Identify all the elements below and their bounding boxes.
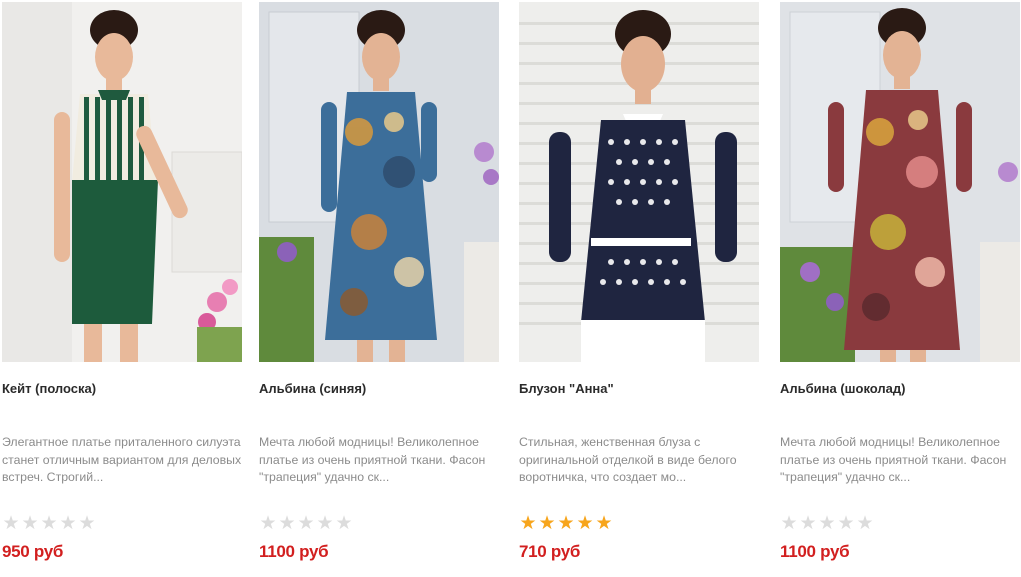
product-price: 1100 руб xyxy=(259,542,329,561)
star-icon[interactable]: ★ xyxy=(557,514,575,534)
product-description: Мечта любой модницы! Великолепное платье… xyxy=(259,435,486,484)
star-icon[interactable]: ★ xyxy=(40,514,58,534)
product-photo-chocolate-dress xyxy=(780,2,1020,362)
star-icon[interactable]: ★ xyxy=(799,514,817,534)
product-price: 1100 руб xyxy=(780,542,850,561)
star-icon[interactable]: ★ xyxy=(2,514,20,534)
product-description: Элегантное платье приталенного силуэта с… xyxy=(2,435,242,484)
star-icon[interactable]: ★ xyxy=(316,514,334,534)
product-image[interactable] xyxy=(259,2,499,362)
product-image[interactable] xyxy=(519,2,759,362)
star-icon[interactable]: ★ xyxy=(78,514,96,534)
star-icon[interactable]: ★ xyxy=(59,514,77,534)
star-icon[interactable]: ★ xyxy=(818,514,836,534)
product-image[interactable] xyxy=(2,2,242,362)
product-card: Альбина (шоколад) Мечта любой модницы! В… xyxy=(780,0,1021,577)
product-grid: Кейт (полоска) Элегантное платье притале… xyxy=(0,0,1021,577)
product-description: Мечта любой модницы! Великолепное платье… xyxy=(780,435,1007,484)
star-icon[interactable]: ★ xyxy=(278,514,296,534)
rating-stars[interactable]: ★ ★ ★ ★ ★ xyxy=(259,514,353,534)
star-icon[interactable]: ★ xyxy=(519,514,537,534)
product-photo-green-dress xyxy=(2,2,242,362)
product-card: Альбина (синяя) Мечта любой модницы! Вел… xyxy=(259,0,501,577)
product-photo-blue-dress xyxy=(259,2,499,362)
rating-stars[interactable]: ★ ★ ★ ★ ★ xyxy=(519,514,613,534)
star-icon[interactable]: ★ xyxy=(259,514,277,534)
rating-stars[interactable]: ★ ★ ★ ★ ★ xyxy=(2,514,96,534)
product-name[interactable]: Кейт (полоска) xyxy=(2,381,242,396)
product-description: Стильная, женственная блуза с оригинальн… xyxy=(519,435,737,484)
star-icon[interactable]: ★ xyxy=(335,514,353,534)
star-icon[interactable]: ★ xyxy=(856,514,874,534)
product-name[interactable]: Блузон "Анна" xyxy=(519,381,759,396)
star-icon[interactable]: ★ xyxy=(538,514,556,534)
product-photo-blouse xyxy=(519,2,759,362)
star-icon[interactable]: ★ xyxy=(21,514,39,534)
rating-stars[interactable]: ★ ★ ★ ★ ★ xyxy=(780,514,874,534)
star-icon[interactable]: ★ xyxy=(297,514,315,534)
product-card: Кейт (полоска) Элегантное платье притале… xyxy=(2,0,244,577)
star-icon[interactable]: ★ xyxy=(837,514,855,534)
product-name[interactable]: Альбина (шоколад) xyxy=(780,381,1020,396)
star-icon[interactable]: ★ xyxy=(595,514,613,534)
product-name[interactable]: Альбина (синяя) xyxy=(259,381,499,396)
product-card: Блузон "Анна" Стильная, женственная блуз… xyxy=(519,0,761,577)
product-price: 710 руб xyxy=(519,542,581,561)
star-icon[interactable]: ★ xyxy=(576,514,594,534)
product-price: 950 руб xyxy=(2,542,64,561)
star-icon[interactable]: ★ xyxy=(780,514,798,534)
product-image[interactable] xyxy=(780,2,1020,362)
